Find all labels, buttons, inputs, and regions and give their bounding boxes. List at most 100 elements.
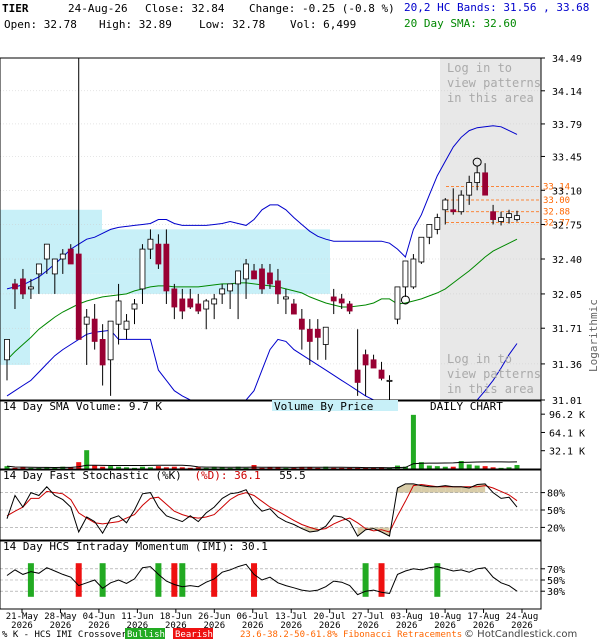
candle-down	[290, 303, 297, 315]
price-tick-label: 31.01	[552, 396, 582, 407]
candle-down	[378, 369, 385, 379]
legend-prefix: % K - HCS IMI Crossover,	[2, 630, 132, 640]
candle-down	[251, 270, 257, 280]
fib-level-label: 33.00	[543, 196, 570, 206]
candle-down	[330, 296, 337, 302]
candle-down	[267, 272, 273, 285]
stochastic-tick-label: 80%	[547, 489, 565, 500]
bearish-legend: Bearish	[175, 630, 213, 640]
ticker-symbol: TIER	[2, 2, 29, 15]
candle-up	[410, 258, 417, 288]
daily-chart-label: DAILY CHART	[430, 400, 503, 413]
candle-up	[211, 298, 218, 305]
bands-legend: 20,2 HC Bands: 31.56 , 33.68	[404, 1, 589, 14]
candle-up	[59, 253, 66, 260]
price-tick-label: 33.10	[552, 186, 582, 197]
volume-bar	[410, 414, 416, 469]
sma-legend: 20 Day SMA: 32.60	[404, 17, 517, 30]
imi-axis: 70%50%30%	[541, 565, 565, 598]
pattern-notice-line: Log in to	[447, 61, 512, 75]
candle-down	[20, 278, 26, 295]
candle-down	[314, 328, 321, 338]
bearish-crossover-bar	[171, 563, 178, 597]
candle-down	[346, 303, 353, 312]
candle-up	[107, 320, 114, 361]
volume-tick-label: 96.2 K	[549, 410, 585, 421]
pattern-notice-line: view patterns	[447, 76, 541, 90]
stochastic-fill-segment	[453, 486, 462, 493]
imi-tick-label: 70%	[547, 565, 565, 576]
date-axis: 21-May202628-May202604-Jun202611-Jun2026…	[6, 609, 538, 631]
candle-down	[195, 303, 202, 312]
stochastic-axis: 80% 50% 20%	[541, 489, 565, 534]
log-scale-label: Logarithmic	[587, 299, 600, 372]
candle-down	[67, 248, 74, 265]
candle-up	[474, 172, 481, 183]
candle-down	[155, 243, 162, 265]
candle-up	[394, 286, 401, 320]
volume-bar	[514, 465, 520, 469]
price-tick-label: 31.71	[552, 324, 582, 335]
price-tick-label: 34.14	[552, 87, 582, 98]
volume-value: Vol: 6,499	[290, 18, 356, 31]
stochastic-tick-label: 20%	[547, 523, 565, 534]
stochastic-k-title: 14 Day Fast Stochastic (%K)	[3, 469, 182, 482]
candle-down	[490, 211, 496, 220]
candle-down	[179, 298, 186, 312]
price-tick-label: 34.49	[552, 54, 582, 65]
pattern-notice-line: in this area	[447, 382, 534, 396]
bullish-crossover-bar	[434, 563, 441, 597]
candle-up	[147, 238, 154, 250]
candle-up	[426, 224, 433, 238]
volume-panel: 14 Day SMA Volume: 9.7 K Volume By Price…	[0, 400, 585, 470]
candle-up	[466, 182, 473, 196]
volume-sma-line	[6, 461, 518, 469]
price-tick-label: 32.75	[552, 220, 582, 231]
candle-up	[4, 338, 10, 361]
candlestick-chart: TIER 24-Aug-26 Close: 32.84 Change: -0.2…	[0, 1, 600, 640]
volume-tick-label: 32.1 K	[549, 447, 585, 458]
chart-footer: % K - HCS IMI Crossover, Bullish Bearish…	[2, 628, 577, 640]
candle-up	[28, 286, 34, 290]
candle-up	[498, 217, 504, 222]
imi-panel: 14 Day HCS Intraday Momentum (IMI): 30.1…	[0, 540, 565, 610]
bullish-crossover-bar	[155, 563, 162, 597]
candle-down	[259, 268, 265, 290]
bearish-crossover-bar	[251, 563, 258, 597]
pattern-notice-line: in this area	[447, 91, 534, 105]
price-tick-label: 33.79	[552, 120, 582, 131]
candle-down	[306, 328, 313, 342]
price-tick-label: 31.36	[552, 360, 582, 371]
bullish-crossover-bar	[179, 563, 186, 597]
price-axis: 34.49 34.14 33.79 33.45 33.10 32.75 32.40 32.05…	[541, 54, 582, 407]
candle-up	[203, 300, 210, 310]
candle-up	[243, 263, 249, 280]
imi-panel-title: 14 Day HCS Intraday Momentum (IMI): 30.1	[3, 540, 268, 553]
volume-bar	[474, 465, 480, 469]
quote-date: 24-Aug-26	[68, 2, 128, 15]
imi-tick-label: 50%	[547, 576, 565, 587]
imi-tick-label: 30%	[547, 587, 565, 598]
stochastic-d-title: (%D): 36.1	[194, 469, 260, 482]
change-value: Change: -0.25 (-0.8 %)	[249, 2, 395, 15]
high-value: High: 32.89	[99, 18, 172, 31]
candle-down	[171, 288, 178, 308]
volume-panel-title: 14 Day SMA Volume: 9.7 K	[3, 400, 162, 413]
candle-down	[450, 209, 457, 213]
candle-up	[35, 263, 42, 275]
stochastic-tick-label: 50%	[547, 506, 565, 517]
candle-up	[283, 296, 289, 300]
bullish-crossover-bar	[99, 563, 106, 597]
price-tick-label: 32.05	[552, 290, 582, 301]
pattern-notice-line: view patterns	[447, 367, 541, 381]
volume-bar	[76, 462, 82, 469]
candle-down	[362, 354, 369, 366]
candle-up	[322, 326, 329, 345]
close-value: Close: 32.84	[145, 2, 225, 15]
candle-up	[418, 236, 425, 263]
stochastic-panel-title: 14 Day Fast Stochastic (%K) (%D): 36.1 5…	[3, 469, 306, 482]
stochastic-panel: 14 Day Fast Stochastic (%K) (%D): 36.1 5…	[0, 469, 565, 541]
candle-up	[219, 288, 226, 295]
candle-down	[370, 359, 377, 369]
candle-up	[227, 283, 234, 292]
